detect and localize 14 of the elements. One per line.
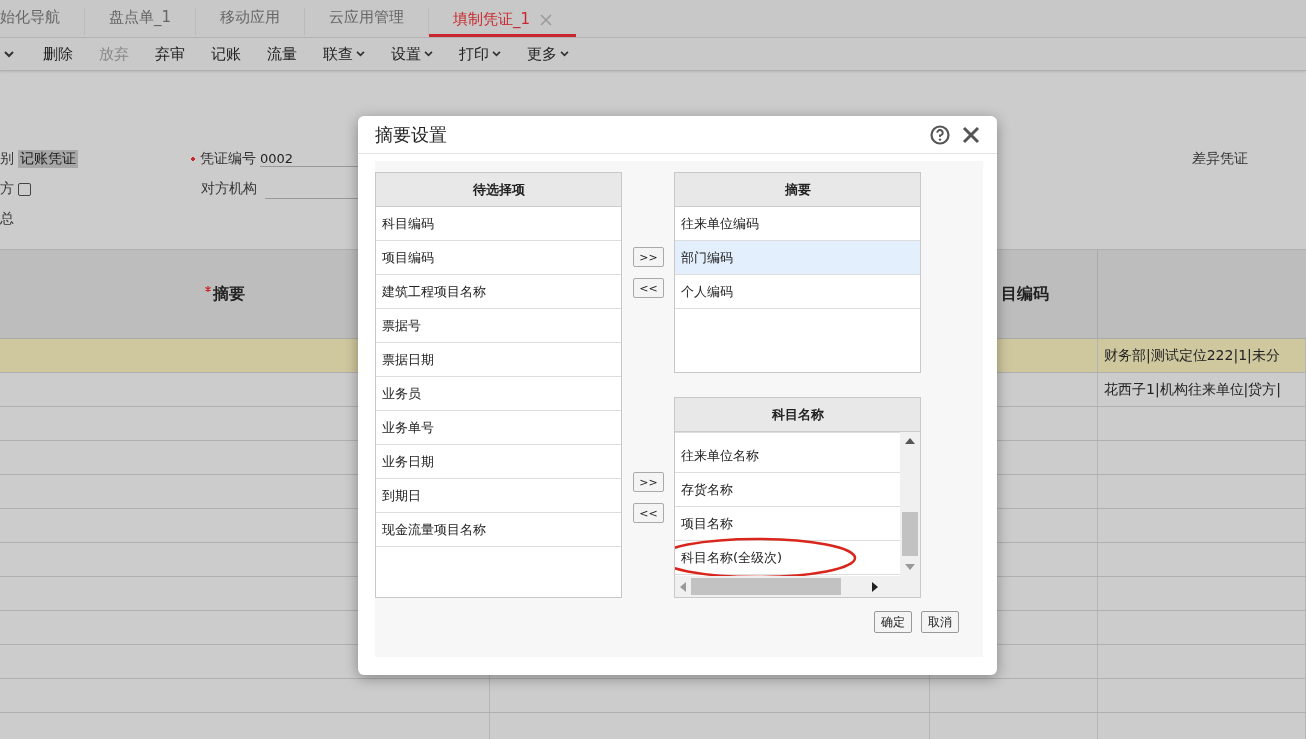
field-label: 总 (0, 210, 15, 228)
list-header: 待选择项 (376, 173, 621, 207)
field-label: 别 (0, 150, 15, 168)
table-cell: 财务部|测试定位222|1|未分 (1104, 346, 1280, 365)
field-label: 凭证编号 (200, 150, 256, 168)
dialog-title: 摘要设置 (375, 122, 448, 147)
field-label: 对方机构 (201, 180, 257, 198)
column-header: 目编码 (1001, 283, 1049, 305)
field-label: 方 (0, 180, 15, 198)
list-header: 摘要 (675, 173, 920, 207)
list-header: 科目名称 (675, 398, 920, 432)
field-label: 差异凭证 (1192, 150, 1248, 168)
table-cell: 花西子1|机构往来单位|贷方| (1104, 380, 1282, 399)
column-header: 摘要 (212, 283, 245, 305)
